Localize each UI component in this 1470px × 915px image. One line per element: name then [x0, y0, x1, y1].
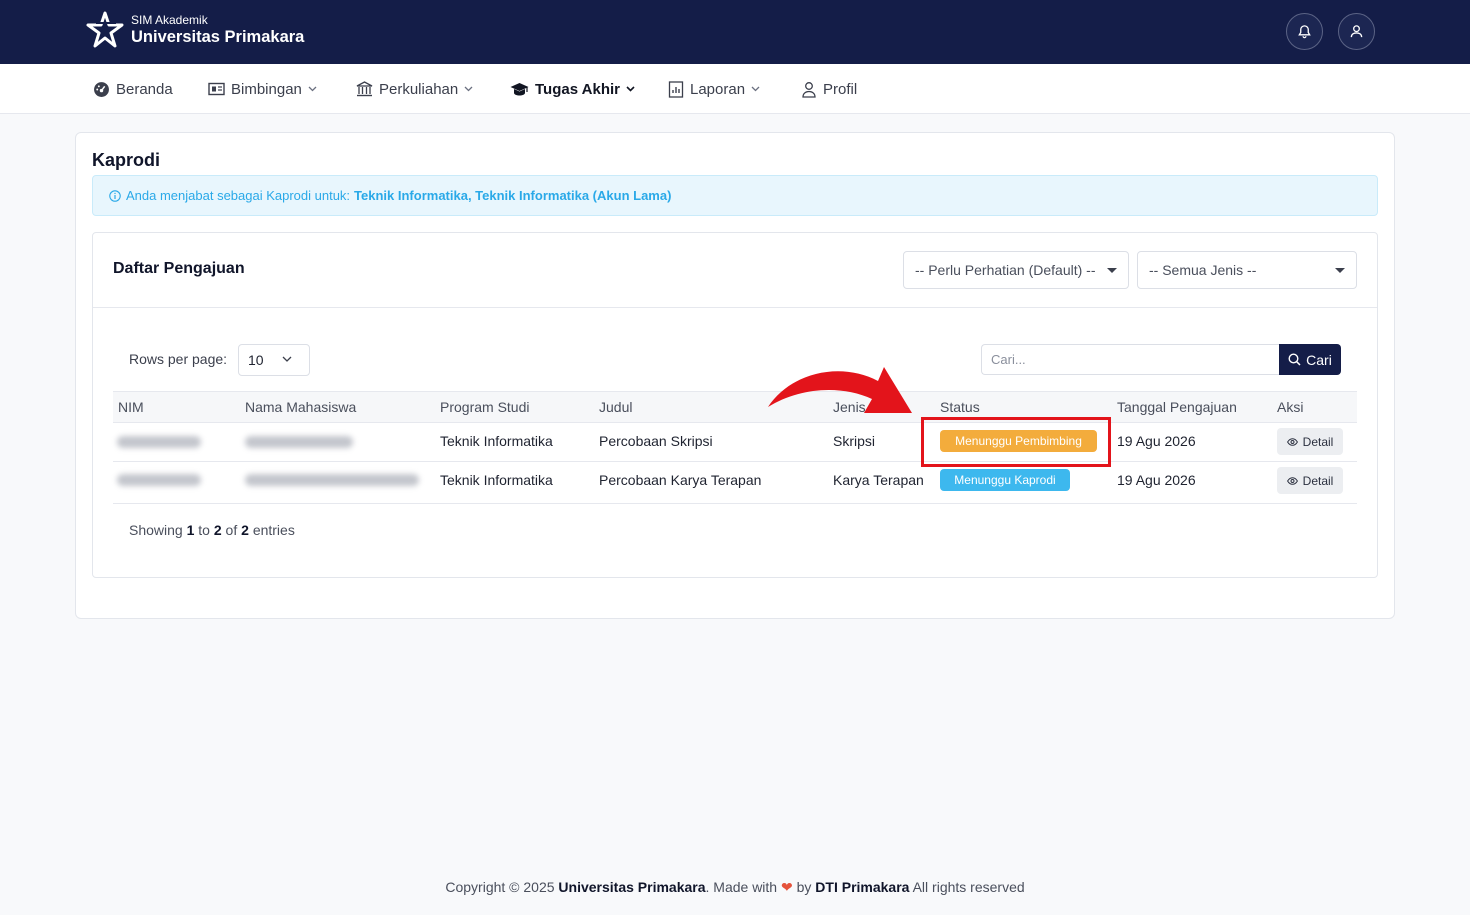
- alert-text: Anda menjabat sebagai Kaprodi untuk:: [126, 188, 351, 203]
- redacted-nim: [117, 474, 201, 486]
- nav-label-bimbingan: Bimbingan: [231, 80, 302, 98]
- nav-item-perkuliahan[interactable]: Perkuliahan: [356, 64, 479, 114]
- report-icon: [668, 80, 684, 98]
- nav-item-profil[interactable]: Profil: [801, 64, 857, 114]
- pagination-prefix: Showing: [129, 522, 183, 538]
- cell-judul: Percobaan Skripsi: [599, 433, 713, 449]
- search-button[interactable]: Cari: [1279, 344, 1341, 375]
- cell-tanggal: 19 Agu 2026: [1117, 433, 1196, 449]
- pagination-from: 1: [186, 522, 195, 538]
- jenis-filter-value: -- Semua Jenis --: [1149, 262, 1257, 278]
- column-header-program: Program Studi: [440, 399, 530, 415]
- footer-copyright: Copyright © 2025: [445, 879, 555, 895]
- status-filter-value: -- Perlu Perhatian (Default) --: [915, 262, 1096, 278]
- cell-jenis: Skripsi: [833, 433, 876, 449]
- footer-rights: All rights reserved: [912, 879, 1025, 895]
- status-filter-select[interactable]: -- Perlu Perhatian (Default) --: [903, 251, 1129, 289]
- column-header-nim: NIM: [118, 399, 144, 415]
- heart-icon: ❤: [780, 879, 793, 895]
- cell-program: Teknik Informatika: [440, 472, 553, 488]
- bell-icon: [1298, 25, 1311, 39]
- pagination-suffix: entries: [252, 522, 295, 538]
- nav-label-laporan: Laporan: [690, 80, 746, 98]
- brand-subtitle: SIM Akademik: [131, 13, 208, 27]
- rows-per-page-label: Rows per page:: [129, 351, 228, 367]
- cell-program: Teknik Informatika: [440, 433, 553, 449]
- detail-button[interactable]: Detail: [1277, 428, 1343, 455]
- info-icon: [109, 189, 121, 202]
- cell-tanggal: 19 Agu 2026: [1117, 472, 1196, 488]
- column-header-nama: Nama Mahasiswa: [245, 399, 357, 415]
- rows-per-page-select[interactable]: 10: [238, 344, 310, 376]
- main-nav: Beranda Bimbingan Perkuliahan Tugas Akhi…: [0, 64, 1470, 114]
- panel-title: Daftar Pengajuan: [113, 260, 245, 277]
- detail-button-label: Detail: [1302, 473, 1334, 488]
- redacted-student-name: [245, 474, 419, 486]
- caret-down-icon: [1107, 268, 1117, 273]
- footer-by: by: [796, 879, 812, 895]
- user-icon: [802, 81, 816, 98]
- top-bar: SIM Akademik Universitas Primakara: [0, 0, 1470, 64]
- pagination-info: Showing 1 to 2 of 2 entries: [129, 522, 295, 538]
- column-header-tanggal: Tanggal Pengajuan: [1117, 399, 1237, 415]
- jenis-filter-select[interactable]: -- Semua Jenis --: [1137, 251, 1357, 289]
- dashboard-icon: [94, 81, 109, 97]
- nav-item-laporan[interactable]: Laporan: [668, 64, 766, 114]
- rows-per-page-value: 10: [248, 352, 264, 368]
- column-header-judul: Judul: [599, 399, 633, 415]
- chevron-down-icon: [751, 86, 760, 92]
- eye-icon: [1286, 437, 1298, 446]
- nav-label-beranda: Beranda: [116, 80, 173, 98]
- user-icon: [1350, 25, 1363, 38]
- nav-item-bimbingan[interactable]: Bimbingan: [208, 64, 323, 114]
- brand[interactable]: SIM Akademik Universitas Primakara: [86, 11, 304, 49]
- primakara-logo-icon: [86, 11, 124, 48]
- redacted-nim: [117, 436, 201, 448]
- nav-item-tugas-akhir[interactable]: Tugas Akhir: [510, 64, 641, 114]
- chevron-down-icon: [308, 86, 317, 92]
- alert-programs: Teknik Informatika, Teknik Informatika (…: [354, 188, 672, 203]
- panel-divider: [93, 307, 1377, 308]
- cell-judul: Percobaan Karya Terapan: [599, 472, 762, 488]
- nav-label-profil: Profil: [823, 80, 858, 98]
- search-input[interactable]: [981, 344, 1280, 375]
- status-badge: Menunggu Kaprodi: [940, 469, 1070, 491]
- column-header-aksi: Aksi: [1277, 399, 1304, 415]
- notification-button[interactable]: [1286, 13, 1323, 50]
- detail-button[interactable]: Detail: [1277, 467, 1343, 494]
- detail-button-label: Detail: [1302, 434, 1334, 449]
- search-button-label: Cari: [1306, 351, 1332, 368]
- footer-org: Universitas Primakara: [558, 879, 706, 895]
- board-icon: [208, 82, 225, 95]
- footer: Copyright © 2025 Universitas Primakara. …: [0, 879, 1470, 896]
- nav-item-beranda[interactable]: Beranda: [93, 64, 173, 114]
- user-menu-button[interactable]: [1338, 13, 1375, 50]
- chevron-down-icon: [282, 356, 292, 362]
- column-header-status: Status: [940, 399, 980, 415]
- annotation-arrow-icon: [768, 367, 912, 413]
- pagination-total: 2: [241, 522, 249, 538]
- info-alert: Anda menjabat sebagai Kaprodi untuk: Tek…: [92, 175, 1378, 216]
- footer-team[interactable]: DTI Primakara: [815, 879, 909, 895]
- chevron-down-icon: [626, 86, 635, 92]
- chevron-down-icon: [464, 86, 473, 92]
- pagination-to: 2: [213, 522, 222, 538]
- nav-label-tugas-akhir: Tugas Akhir: [535, 80, 621, 98]
- nav-label-perkuliahan: Perkuliahan: [379, 80, 459, 98]
- brand-title: Universitas Primakara: [131, 28, 305, 46]
- graduation-cap-icon: [510, 82, 529, 95]
- building-icon: [356, 81, 373, 97]
- search-icon: [1288, 353, 1301, 366]
- caret-down-icon: [1335, 268, 1345, 273]
- redacted-student-name: [245, 436, 353, 448]
- pagination-of-word: of: [225, 522, 238, 538]
- footer-made-with: . Made with: [705, 879, 778, 895]
- annotation-highlight-box: [921, 417, 1111, 467]
- page-title: Kaprodi: [92, 150, 161, 170]
- pagination-to-word: to: [198, 522, 210, 538]
- cell-jenis: Karya Terapan: [833, 472, 924, 488]
- eye-icon: [1286, 476, 1298, 485]
